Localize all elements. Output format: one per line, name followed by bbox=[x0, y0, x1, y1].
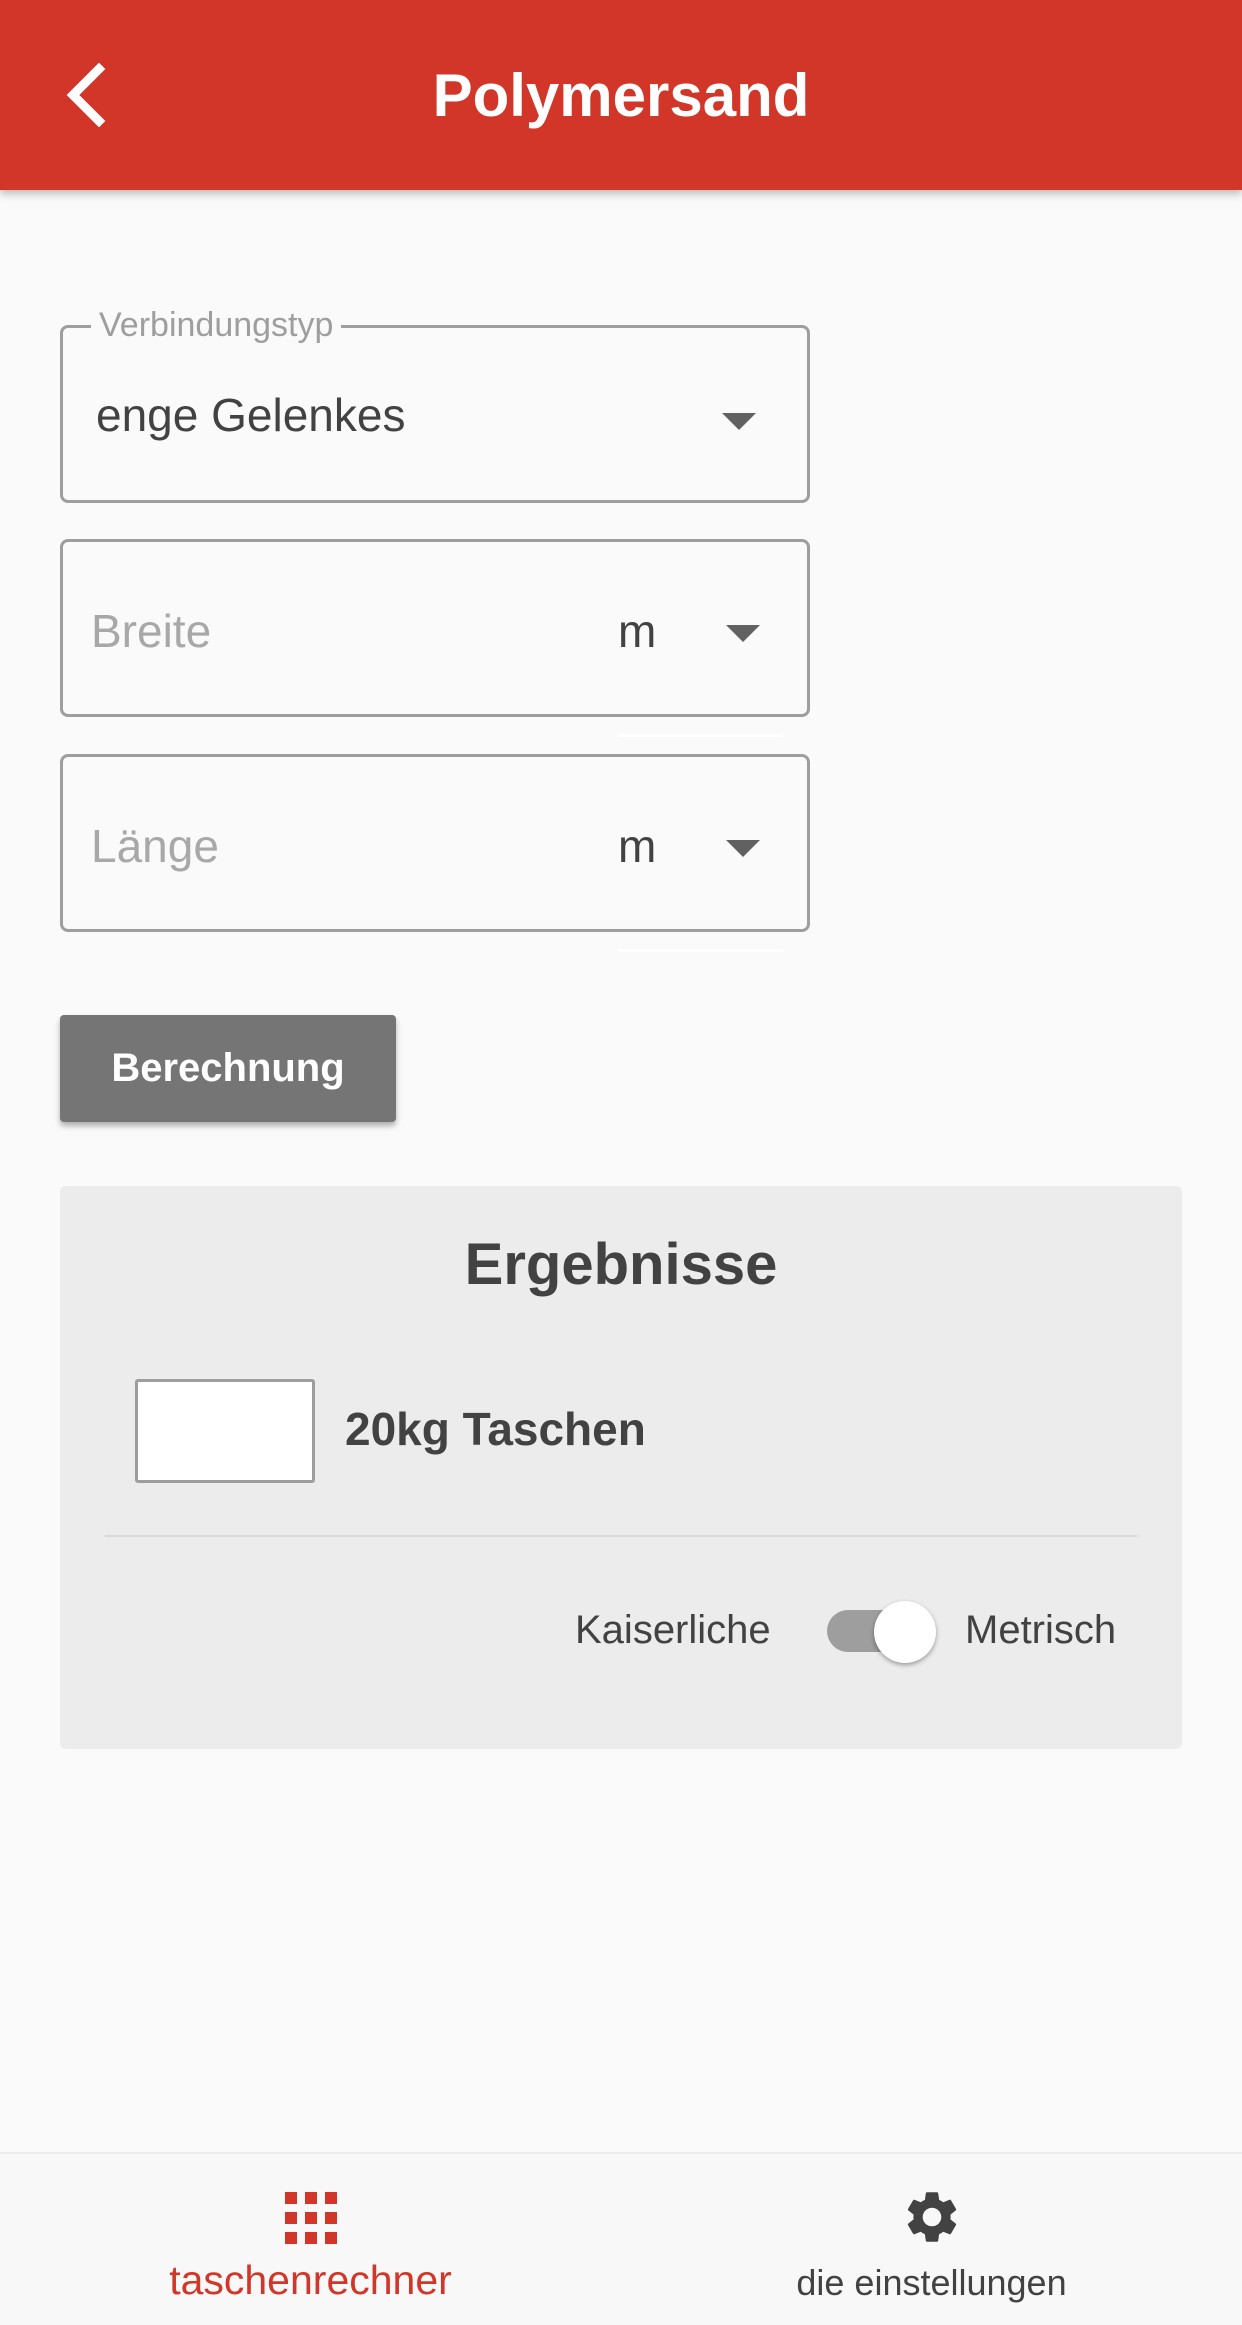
metric-label: Metrisch bbox=[965, 1608, 1117, 1652]
width-unit-value: m bbox=[618, 605, 657, 657]
joint-type-value: enge Gelenkes bbox=[96, 389, 406, 441]
gear-icon bbox=[907, 2192, 956, 2242]
length-input[interactable]: Länge bbox=[91, 819, 219, 873]
unit-underline bbox=[618, 734, 783, 737]
width-unit-select[interactable]: m bbox=[618, 542, 788, 737]
bag-label: 20kg Taschen bbox=[345, 1403, 646, 1455]
app-bar: Polymersand bbox=[0, 0, 1242, 190]
calculate-button[interactable]: Berechnung bbox=[60, 1015, 396, 1122]
divider bbox=[105, 1535, 1137, 1537]
results-card: Ergebnisse 20kg Taschen Kaiserliche Metr… bbox=[60, 1186, 1182, 1749]
caret-down-icon bbox=[722, 413, 756, 430]
bag-count-output bbox=[135, 1379, 315, 1483]
grid-icon bbox=[284, 2192, 337, 2244]
nav-item-calculator[interactable]: taschenrechner bbox=[0, 2154, 621, 2325]
width-input[interactable]: Breite bbox=[91, 604, 211, 658]
results-title: Ergebnisse bbox=[464, 1232, 778, 1297]
caret-down-icon bbox=[726, 625, 760, 642]
length-field[interactable]: Länge m bbox=[60, 754, 810, 952]
length-unit-value: m bbox=[618, 820, 657, 872]
nav-label-settings: die einstellungen bbox=[796, 2262, 1067, 2303]
joint-type-label: Verbindungstyp bbox=[91, 306, 342, 345]
nav-label-calculator: taschenrechner bbox=[169, 2257, 452, 2303]
back-button[interactable] bbox=[50, 60, 120, 130]
bottom-nav: taschenrechner die einstellungen bbox=[0, 2152, 1242, 2325]
width-field[interactable]: Breite m bbox=[60, 539, 810, 737]
length-unit-select[interactable]: m bbox=[618, 757, 788, 952]
joint-type-dropdown[interactable]: Verbindungstyp enge Gelenkes bbox=[60, 306, 810, 503]
caret-down-icon bbox=[726, 840, 760, 857]
imperial-label: Kaiserliche bbox=[575, 1608, 771, 1652]
chevron-left-icon bbox=[66, 63, 106, 127]
unit-underline bbox=[618, 949, 783, 952]
nav-item-settings[interactable]: die einstellungen bbox=[621, 2154, 1242, 2325]
unit-toggle-knob[interactable] bbox=[874, 1601, 936, 1663]
page-title: Polymersand bbox=[432, 61, 810, 129]
